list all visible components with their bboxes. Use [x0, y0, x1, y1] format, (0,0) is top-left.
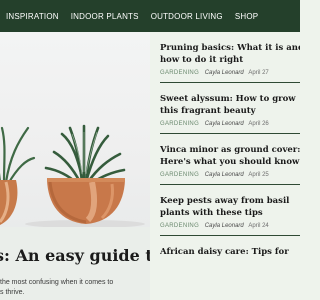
article-item[interactable]: Pruning basics: What it is and how to do… [160, 32, 300, 83]
nav-item-indoor-plants[interactable]: INDOOR PLANTS [71, 12, 139, 21]
nav-item-shop[interactable]: SHOP [235, 12, 258, 21]
article-meta: GARDENING Cayla Leonard April 24 [160, 221, 300, 231]
article-item[interactable]: Keep pests away from basil plants with t… [160, 185, 300, 236]
article-item[interactable]: Sweet alyssum: How to grow this fragrant… [160, 83, 300, 134]
article-date: April 24 [248, 223, 269, 229]
article-author[interactable]: Cayla Leonard [205, 223, 244, 229]
potted-plants-illustration [0, 124, 145, 227]
featured-article-title[interactable]: s: An easy guide to [0, 246, 150, 266]
article-meta: GARDENING Cayla Leonard April 26 [160, 119, 300, 129]
right-plant-leaves [44, 124, 126, 186]
article-date: April 27 [248, 70, 269, 76]
featured-article[interactable]: s: An easy guide to the most confusing w… [0, 32, 150, 300]
article-title[interactable]: African daisy care: Tips for [160, 246, 300, 258]
article-title[interactable]: Sweet alyssum: How to grow this fragrant… [160, 93, 300, 117]
article-list: Pruning basics: What it is and how to do… [160, 32, 300, 300]
article-author[interactable]: Cayla Leonard [205, 70, 244, 76]
article-item[interactable]: African daisy care: Tips for [160, 236, 300, 287]
top-navigation: INSPIRATION INDOOR PLANTS OUTDOOR LIVING… [0, 0, 300, 32]
article-author[interactable]: Cayla Leonard [205, 121, 244, 127]
article-title[interactable]: Keep pests away from basil plants with t… [160, 195, 300, 219]
left-plant-leaves [0, 126, 36, 186]
article-item[interactable]: Vinca minor as ground cover: Here's what… [160, 134, 300, 185]
nav-item-outdoor-living[interactable]: OUTDOOR LIVING [151, 12, 223, 21]
article-category[interactable]: GARDENING [160, 70, 199, 76]
featured-article-excerpt: the most confusing when it comes to s th… [0, 279, 114, 296]
article-date: April 25 [248, 172, 269, 178]
featured-image[interactable] [0, 32, 150, 227]
article-category[interactable]: GARDENING [160, 172, 199, 178]
article-category[interactable]: GARDENING [160, 223, 199, 229]
nav-item-inspiration[interactable]: INSPIRATION [6, 12, 59, 21]
article-date: April 26 [248, 121, 269, 127]
article-title[interactable]: Pruning basics: What it is and how to do… [160, 42, 300, 66]
article-title[interactable]: Vinca minor as ground cover: Here's what… [160, 144, 300, 168]
article-meta: GARDENING Cayla Leonard April 27 [160, 68, 300, 78]
article-category[interactable]: GARDENING [160, 121, 199, 127]
article-author[interactable]: Cayla Leonard [205, 172, 244, 178]
article-meta: GARDENING Cayla Leonard April 25 [160, 170, 300, 180]
